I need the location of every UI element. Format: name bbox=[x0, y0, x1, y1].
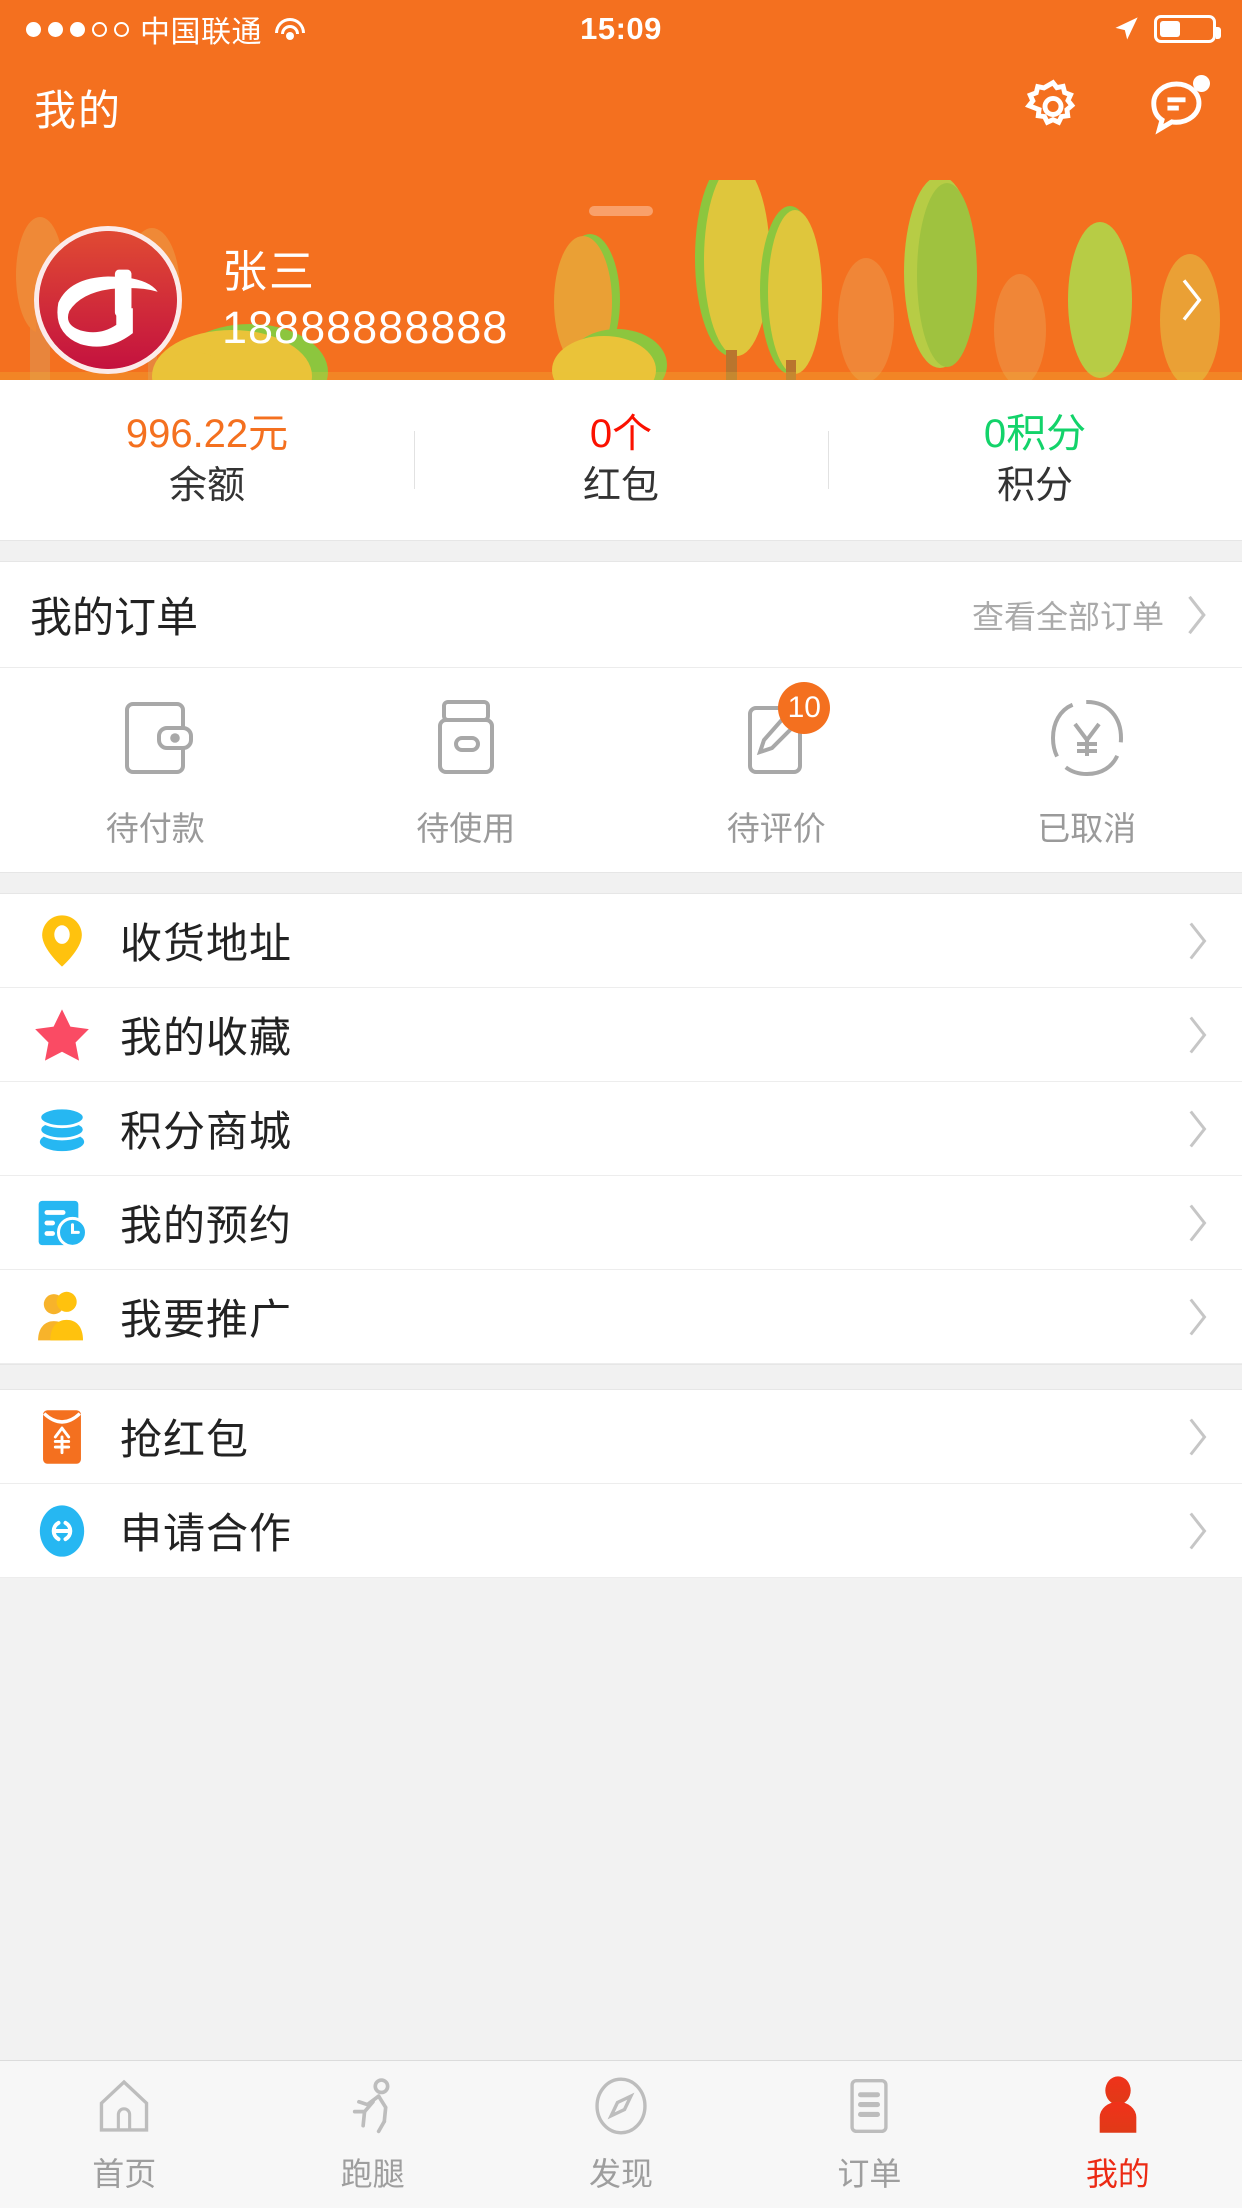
avatar[interactable] bbox=[34, 226, 182, 374]
chevron-right-icon bbox=[1189, 1204, 1207, 1241]
page-title: 我的 bbox=[34, 86, 123, 134]
menu-item-label: 我的收藏 bbox=[120, 1014, 293, 1061]
menu-item-points-mall[interactable]: 积分商城 bbox=[0, 1082, 1242, 1176]
list-icon bbox=[850, 2078, 889, 2133]
chevron-right-icon bbox=[1189, 1512, 1207, 1549]
runner-icon bbox=[352, 2077, 390, 2133]
menu-item-label: 我的预约 bbox=[120, 1202, 293, 1249]
tab-label: 我的 bbox=[1085, 2155, 1150, 2192]
stat-value: 996.22元 bbox=[125, 412, 289, 457]
chevron-right-icon bbox=[1189, 1298, 1207, 1335]
menu-item-promotion[interactable]: 我要推广 bbox=[0, 1270, 1242, 1364]
order-status-label: 已取消 bbox=[1037, 810, 1137, 847]
order-status-pending-review[interactable]: 10 待评价 bbox=[621, 682, 932, 850]
stat-label: 积分 bbox=[996, 465, 1073, 508]
stat-redpacket[interactable]: 0个 红包 bbox=[414, 407, 828, 512]
person-icon bbox=[1099, 2075, 1137, 2133]
chevron-right-icon bbox=[1189, 1016, 1207, 1053]
menu-item-address[interactable]: 收货地址 bbox=[0, 894, 1242, 988]
stat-label: 余额 bbox=[168, 465, 245, 508]
settings-button[interactable] bbox=[1022, 76, 1084, 138]
stat-value: 0个 bbox=[589, 412, 653, 457]
stat-balance[interactable]: 996.22元 余额 bbox=[0, 407, 414, 512]
bottom-tab-bar: 首页 跑腿 发现 订单 我的 bbox=[0, 2060, 1242, 2208]
chevron-right-icon bbox=[1189, 922, 1207, 959]
location-arrow-icon bbox=[1115, 17, 1138, 40]
refund-icon bbox=[1043, 694, 1131, 782]
menu-item-label: 积分商城 bbox=[120, 1108, 293, 1155]
order-status-pending-payment[interactable]: 待付款 bbox=[0, 694, 311, 850]
messages-button[interactable] bbox=[1146, 75, 1210, 138]
promote-users-icon bbox=[30, 1285, 94, 1349]
menu-item-apply-cooperation[interactable]: 申请合作 bbox=[0, 1484, 1242, 1578]
menu-item-label: 收货地址 bbox=[120, 920, 293, 967]
tab-label: 订单 bbox=[837, 2155, 902, 2192]
menu-item-favorites[interactable]: 我的收藏 bbox=[0, 988, 1242, 1082]
status-bar-clock: 15:09 bbox=[580, 11, 662, 46]
user-name: 张三 bbox=[222, 245, 317, 297]
brand-logo-icon bbox=[39, 231, 177, 369]
header-bar: 我的 bbox=[0, 58, 1242, 138]
star-icon bbox=[30, 1003, 94, 1067]
menu-item-appointments[interactable]: 我的预约 bbox=[0, 1176, 1242, 1270]
tab-mine[interactable]: 我的 bbox=[994, 2075, 1242, 2195]
header-handle bbox=[589, 206, 653, 216]
calendar-clock-icon bbox=[30, 1191, 94, 1255]
ticket-icon bbox=[422, 694, 510, 782]
battery-icon bbox=[1154, 15, 1221, 43]
orders-header[interactable]: 我的订单 查看全部订单 bbox=[0, 562, 1242, 668]
wallet-icon bbox=[111, 694, 199, 782]
menu-item-label: 我要推广 bbox=[120, 1296, 293, 1343]
message-unread-dot bbox=[1193, 75, 1210, 92]
order-status-cancelled[interactable]: 已取消 bbox=[932, 694, 1242, 850]
tab-label: 跑腿 bbox=[340, 2155, 405, 2192]
chevron-right-icon bbox=[1182, 279, 1202, 321]
chevron-right-icon bbox=[1189, 1110, 1207, 1147]
status-bar: 中国联通 15:09 bbox=[0, 0, 1242, 58]
link-circle-icon bbox=[30, 1499, 94, 1563]
home-icon bbox=[99, 2079, 149, 2132]
chevron-right-icon bbox=[1188, 595, 1206, 634]
menu-group-primary: 收货地址 我的收藏 积分商城 我的预约 我要推广 bbox=[0, 894, 1242, 1364]
tab-label: 发现 bbox=[589, 2155, 654, 2192]
chevron-right-icon bbox=[1189, 1418, 1207, 1455]
order-status-label: 待付款 bbox=[105, 810, 205, 847]
order-status-label: 待使用 bbox=[416, 810, 516, 847]
gear-icon bbox=[1024, 79, 1076, 126]
stat-points[interactable]: 0积分 积分 bbox=[828, 407, 1242, 512]
orders-status-grid: 待付款 待使用 10 待评价 已取消 bbox=[0, 668, 1242, 872]
order-status-badge: 10 bbox=[778, 682, 831, 734]
tab-discover[interactable]: 发现 bbox=[497, 2075, 745, 2195]
status-bar-right bbox=[1112, 15, 1221, 43]
tab-orders[interactable]: 订单 bbox=[745, 2075, 993, 2195]
review-icon: 10 bbox=[732, 682, 831, 782]
section-divider bbox=[0, 872, 1242, 894]
view-all-orders-label: 查看全部订单 bbox=[971, 598, 1164, 635]
order-status-pending-use[interactable]: 待使用 bbox=[311, 694, 622, 850]
profile-info: 张三 18888888888 bbox=[222, 244, 508, 357]
stat-label: 红包 bbox=[582, 465, 659, 508]
user-phone: 18888888888 bbox=[222, 302, 509, 353]
section-divider bbox=[0, 1364, 1242, 1390]
tab-home[interactable]: 首页 bbox=[0, 2075, 248, 2195]
compass-icon bbox=[595, 2077, 647, 2134]
order-status-label: 待评价 bbox=[726, 810, 826, 847]
menu-item-label: 申请合作 bbox=[120, 1510, 293, 1557]
profile-header: 我的 张三 18888888888 bbox=[0, 58, 1242, 380]
stat-value: 0积分 bbox=[983, 412, 1087, 457]
coins-icon bbox=[30, 1097, 94, 1161]
menu-item-grab-redpacket[interactable]: 抢红包 bbox=[0, 1390, 1242, 1484]
tab-errand[interactable]: 跑腿 bbox=[248, 2075, 496, 2195]
header-actions bbox=[1022, 75, 1210, 138]
profile-row[interactable]: 张三 18888888888 bbox=[0, 226, 1242, 374]
tab-label: 首页 bbox=[92, 2155, 157, 2192]
section-divider bbox=[0, 540, 1242, 562]
red-packet-icon bbox=[30, 1405, 94, 1469]
menu-item-label: 抢红包 bbox=[120, 1416, 250, 1463]
menu-group-secondary: 抢红包 申请合作 bbox=[0, 1390, 1242, 1578]
location-pin-icon bbox=[30, 909, 94, 973]
stats-row: 996.22元 余额 0个 红包 0积分 积分 bbox=[0, 380, 1242, 540]
orders-title: 我的订单 bbox=[30, 594, 199, 641]
